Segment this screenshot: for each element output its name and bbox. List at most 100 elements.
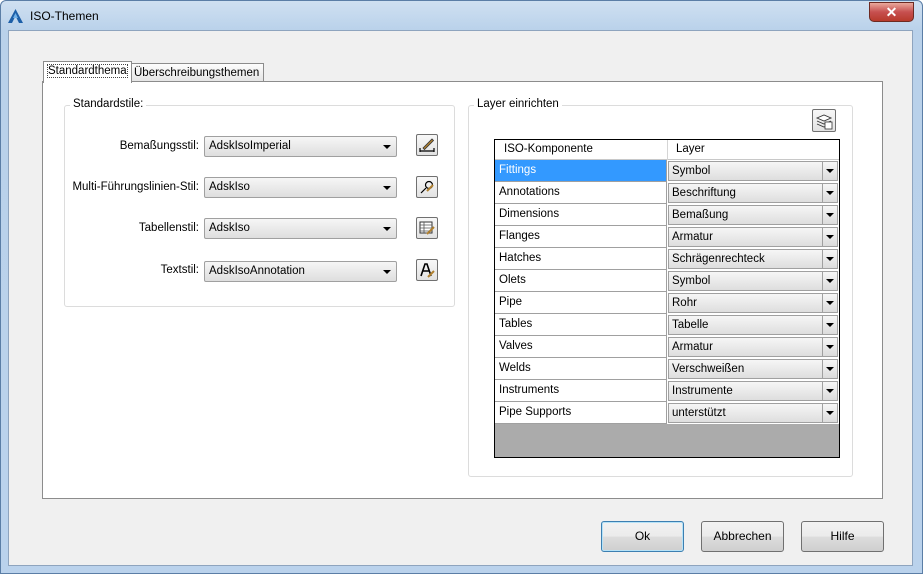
layer-combo[interactable]: Bemaßung xyxy=(668,205,838,225)
layer-value: unterstützt xyxy=(672,407,726,419)
layer-setup-title: Layer einrichten xyxy=(474,98,562,110)
iso-component-cell[interactable]: Fittings xyxy=(495,160,667,182)
text-style-edit-icon xyxy=(420,263,435,278)
layer-value: Bemaßung xyxy=(672,209,729,221)
layer-value: Rohr xyxy=(672,297,697,309)
layer-properties-icon xyxy=(815,114,833,130)
chevron-down-icon[interactable] xyxy=(822,360,837,378)
layer-combo[interactable]: unterstützt xyxy=(668,403,838,423)
iso-component-cell[interactable]: Hatches xyxy=(495,248,667,270)
table-style-label: Tabellenstil: xyxy=(138,222,199,234)
multileader-style-value: AdskIso xyxy=(209,181,250,193)
text-style-label: Textstil: xyxy=(160,264,199,276)
window-title: ISO-Themen xyxy=(30,9,99,23)
table-row[interactable]: Olets Symbol xyxy=(495,270,839,292)
chevron-down-icon xyxy=(383,145,391,149)
table-style-combo[interactable]: AdskIso xyxy=(204,218,397,239)
iso-component-cell[interactable]: Flanges xyxy=(495,226,667,248)
table-row[interactable]: Valves Armatur xyxy=(495,336,839,358)
chevron-down-icon[interactable] xyxy=(822,228,837,246)
layer-combo[interactable]: Armatur xyxy=(668,337,838,357)
tab-label: Standardthema xyxy=(47,64,128,78)
iso-component-cell[interactable]: Tables xyxy=(495,314,667,336)
table-row[interactable]: Pipe Rohr xyxy=(495,292,839,314)
tab-ueberschreibungsthemen[interactable]: Überschreibungsthemen xyxy=(129,63,265,81)
layer-combo[interactable]: Tabelle xyxy=(668,315,838,335)
table-row[interactable]: Fittings Symbol xyxy=(495,160,839,182)
tab-label: Überschreibungsthemen xyxy=(134,67,260,79)
table-row[interactable]: Annotations Beschriftung xyxy=(495,182,839,204)
chevron-down-icon[interactable] xyxy=(822,272,837,290)
table-row[interactable]: Dimensions Bemaßung xyxy=(495,204,839,226)
layer-combo[interactable]: Schrägenrechteck xyxy=(668,249,838,269)
cancel-button[interactable]: Abbrechen xyxy=(701,521,784,552)
layer-value: Verschweißen xyxy=(672,363,745,375)
layer-grid[interactable]: ISO-Komponente Layer Fittings Symbol Annot… xyxy=(494,139,840,458)
table-row[interactable]: Welds Verschweißen xyxy=(495,358,839,380)
dimension-style-value: AdskIsoImperial xyxy=(209,140,291,152)
multileader-style-edit-icon xyxy=(420,180,434,194)
layer-combo[interactable]: Instrumente xyxy=(668,381,838,401)
title-bar[interactable]: ISO-Themen ✕ xyxy=(1,1,922,31)
table-row[interactable]: Pipe Supports unterstützt xyxy=(495,402,839,424)
chevron-down-icon[interactable] xyxy=(822,404,837,422)
layer-combo[interactable]: Symbol xyxy=(668,271,838,291)
iso-component-cell[interactable]: Dimensions xyxy=(495,204,667,226)
table-row[interactable]: Flanges Armatur xyxy=(495,226,839,248)
text-style-value: AdskIsoAnnotation xyxy=(209,265,305,277)
multileader-style-combo[interactable]: AdskIso xyxy=(204,177,397,198)
chevron-down-icon[interactable] xyxy=(822,250,837,268)
table-row[interactable]: Hatches Schrägenrechteck xyxy=(495,248,839,270)
layer-value: Armatur xyxy=(672,231,713,243)
layer-combo[interactable]: Armatur xyxy=(668,227,838,247)
layer-value: Symbol xyxy=(672,165,711,177)
ok-button[interactable]: Ok xyxy=(601,521,684,552)
layer-settings-button[interactable] xyxy=(812,109,836,132)
layer-value: Schrägenrechteck xyxy=(672,253,765,265)
iso-component-cell[interactable]: Annotations xyxy=(495,182,667,204)
layer-combo[interactable]: Verschweißen xyxy=(668,359,838,379)
autocad-plant-logo-icon xyxy=(8,9,23,23)
chevron-down-icon[interactable] xyxy=(822,338,837,356)
chevron-down-icon[interactable] xyxy=(822,382,837,400)
chevron-down-icon[interactable] xyxy=(822,184,837,202)
standard-styles-title: Standardstile: xyxy=(70,98,147,110)
layer-combo[interactable]: Beschriftung xyxy=(668,183,838,203)
layer-combo[interactable]: Rohr xyxy=(668,293,838,313)
iso-component-cell[interactable]: Olets xyxy=(495,270,667,292)
tab-standardthema[interactable]: Standardthema xyxy=(43,61,132,83)
iso-component-cell[interactable]: Instruments xyxy=(495,380,667,402)
layer-value: Symbol xyxy=(672,275,711,287)
text-style-edit-button[interactable] xyxy=(416,259,438,281)
layer-value: Armatur xyxy=(672,341,713,353)
text-style-combo[interactable]: AdskIsoAnnotation xyxy=(204,261,397,282)
multileader-style-label: Multi-Führungslinien-Stil: xyxy=(72,181,199,193)
dimension-style-edit-icon xyxy=(419,138,435,152)
column-header-component[interactable]: ISO-Komponente xyxy=(504,143,593,155)
iso-component-cell[interactable]: Pipe xyxy=(495,292,667,314)
iso-component-cell[interactable]: Welds xyxy=(495,358,667,380)
grid-header: ISO-Komponente Layer xyxy=(495,140,839,160)
close-button[interactable]: ✕ xyxy=(869,2,914,22)
column-header-layer[interactable]: Layer xyxy=(676,143,705,155)
chevron-down-icon xyxy=(383,227,391,231)
dimension-style-combo[interactable]: AdskIsoImperial xyxy=(204,136,397,157)
layer-value: Tabelle xyxy=(672,319,709,331)
dimension-style-label: Bemaßungsstil: xyxy=(119,140,199,152)
column-separator xyxy=(667,140,668,160)
chevron-down-icon[interactable] xyxy=(822,206,837,224)
layer-value: Instrumente xyxy=(672,385,733,397)
layer-combo[interactable]: Symbol xyxy=(668,161,838,181)
chevron-down-icon[interactable] xyxy=(822,316,837,334)
dimension-style-edit-button[interactable] xyxy=(416,134,438,156)
iso-component-cell[interactable]: Pipe Supports xyxy=(495,402,667,424)
table-style-value: AdskIso xyxy=(209,222,250,234)
table-style-edit-button[interactable] xyxy=(416,217,438,239)
multileader-style-edit-button[interactable] xyxy=(416,176,438,198)
table-row[interactable]: Tables Tabelle xyxy=(495,314,839,336)
iso-component-cell[interactable]: Valves xyxy=(495,336,667,358)
chevron-down-icon[interactable] xyxy=(822,162,837,180)
table-row[interactable]: Instruments Instrumente xyxy=(495,380,839,402)
help-button[interactable]: Hilfe xyxy=(801,521,884,552)
chevron-down-icon[interactable] xyxy=(822,294,837,312)
